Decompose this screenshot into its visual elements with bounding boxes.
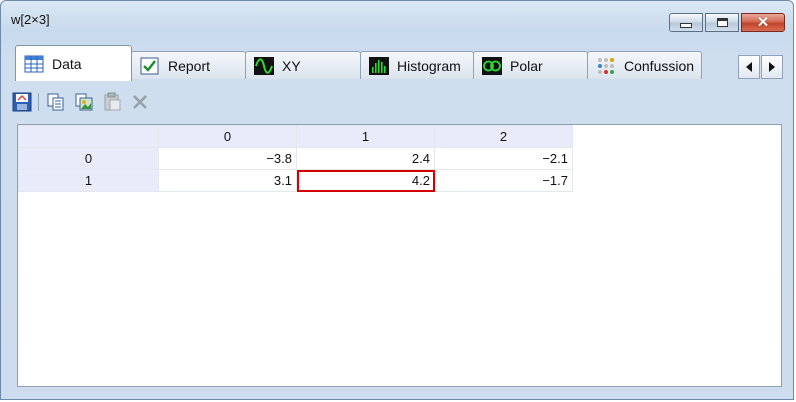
window-title: w[2×3] [11,12,50,27]
copy-image-icon [75,93,93,111]
tab-strip: Data Report XY Histogram Polar Confussio… [15,45,793,81]
histogram-icon [369,56,389,75]
title-bar[interactable]: w[2×3] ✕ [1,1,793,37]
minimize-button[interactable] [669,13,703,32]
row-header-1[interactable]: 1 [18,169,159,192]
cell-0-1[interactable]: 2.4 [296,147,435,170]
tab-confussion[interactable]: Confussion [587,51,702,79]
maximize-button[interactable] [705,13,739,32]
copy-button[interactable] [45,91,67,113]
cell-1-0[interactable]: 3.1 [158,169,297,192]
close-button[interactable]: ✕ [741,13,785,32]
check-icon [140,57,159,74]
column-header-1[interactable]: 1 [296,125,435,148]
data-table: 0 1 2 0 −3.8 2.4 −2.1 1 3.1 4.2 −1.7 [18,125,573,192]
dots-grid-icon [598,57,614,74]
tab-scroll-left-button[interactable] [738,55,760,79]
tab-data[interactable]: Data [15,45,132,81]
cell-1-2[interactable]: −1.7 [434,169,573,192]
tab-report-label: Report [168,57,211,74]
arrow-right-icon [769,62,775,72]
delete-icon [133,95,147,109]
window: w[2×3] ✕ Data Report XY Histogram Polar … [0,0,794,400]
minimize-icon [680,23,692,28]
arrow-left-icon [746,62,752,72]
paste-icon [104,92,121,111]
cell-0-2[interactable]: −2.1 [434,147,573,170]
cell-0-0[interactable]: −3.8 [158,147,297,170]
tab-polar-label: Polar [510,57,543,74]
tab-xy[interactable]: XY [245,51,361,79]
toolbar-separator [38,93,39,111]
cell-1-1-selected[interactable]: 4.2 [296,169,435,192]
corner-cell[interactable] [18,125,159,148]
header-row: 0 1 2 [18,125,573,148]
tab-data-label: Data [52,55,82,72]
tab-histogram[interactable]: Histogram [360,51,474,79]
tab-confussion-label: Confussion [624,57,695,74]
delete-button[interactable] [129,91,151,113]
table-icon [24,55,44,72]
tab-polar[interactable]: Polar [473,51,588,79]
table-row: 1 3.1 4.2 −1.7 [18,169,573,192]
close-icon: ✕ [756,14,770,31]
tab-scroll-right-button[interactable] [761,55,783,79]
data-grid[interactable]: 0 1 2 0 −3.8 2.4 −2.1 1 3.1 4.2 −1.7 [17,124,782,387]
column-header-0[interactable]: 0 [158,125,297,148]
paste-button[interactable] [101,91,123,113]
polar-icon [482,56,502,75]
sine-wave-icon [254,56,274,75]
table-row: 0 −3.8 2.4 −2.1 [18,147,573,170]
copy-image-button[interactable] [73,91,95,113]
tab-xy-label: XY [282,57,301,74]
tab-histogram-label: Histogram [397,57,461,74]
save-button[interactable] [11,91,33,113]
row-header-0[interactable]: 0 [18,147,159,170]
maximize-icon [716,18,728,27]
copy-icon [47,93,64,111]
column-header-2[interactable]: 2 [434,125,573,148]
tab-report[interactable]: Report [131,51,246,79]
save-icon [12,92,32,112]
